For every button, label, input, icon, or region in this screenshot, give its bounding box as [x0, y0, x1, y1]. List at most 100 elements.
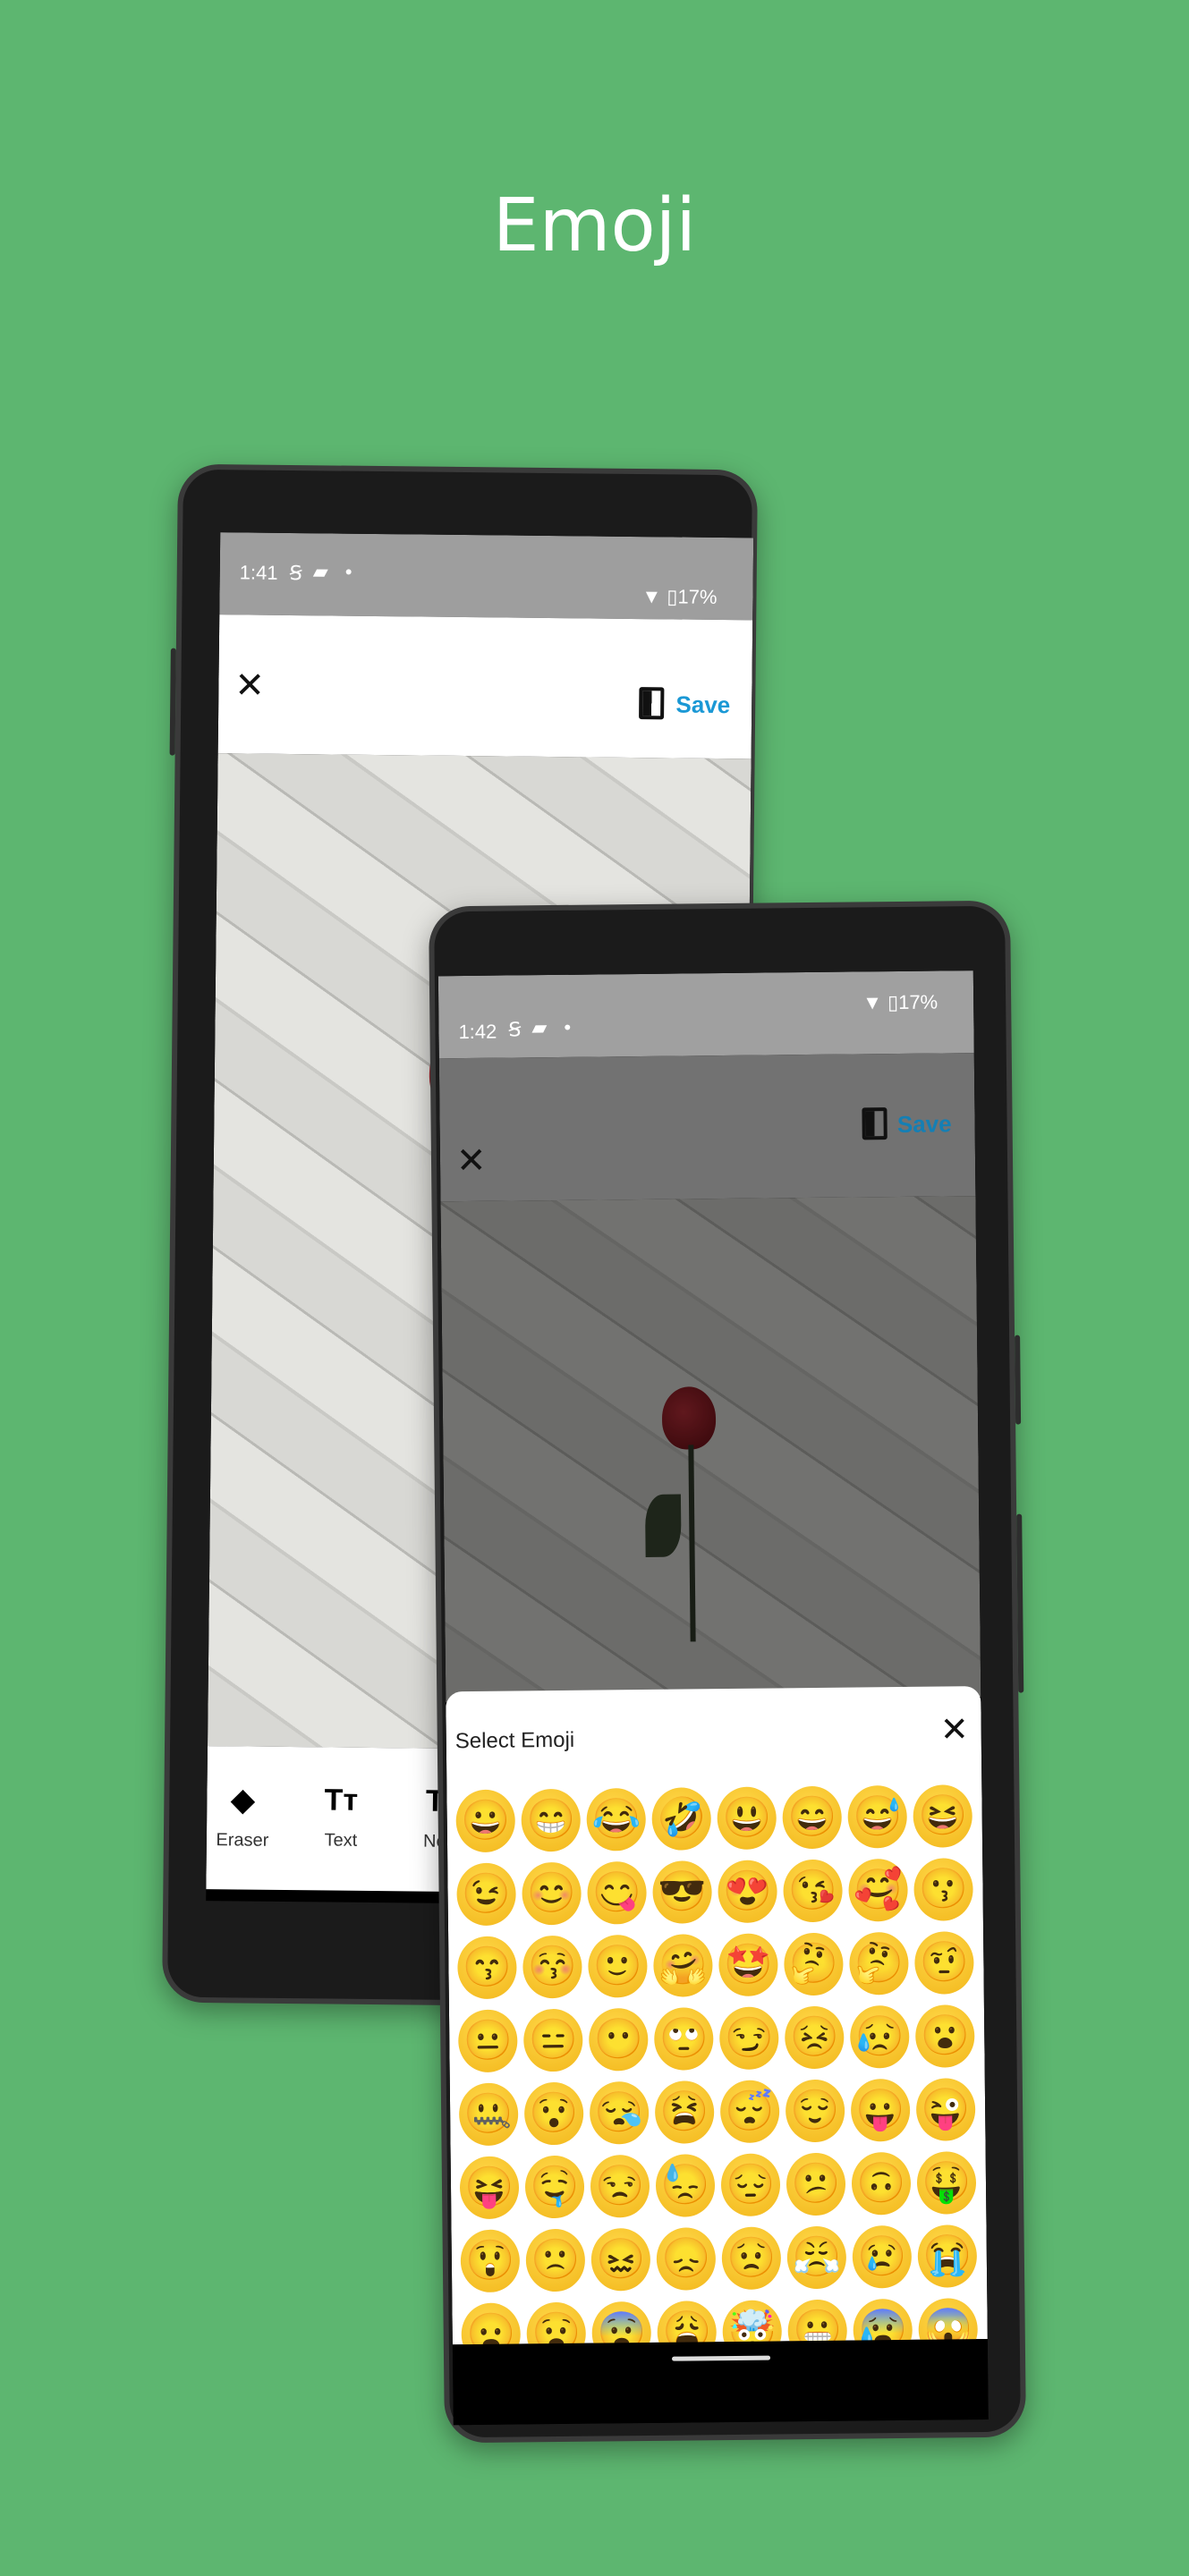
side-button	[1015, 1335, 1022, 1425]
battery-level: 17%	[897, 990, 938, 1013]
emoji-item[interactable]: 🤔	[849, 1931, 909, 1996]
emoji-item[interactable]: 😊	[522, 1861, 582, 1926]
volume-button	[1016, 1513, 1024, 1693]
emoji-item[interactable]: 😅	[847, 1784, 908, 1849]
battery-icon: ▯	[667, 585, 678, 608]
compare-icon[interactable]	[862, 1107, 888, 1140]
emoji-item[interactable]: 😚	[522, 1935, 582, 1999]
emoji-item[interactable]: 😭	[917, 2224, 978, 2288]
emoji-item[interactable]: 🤩	[718, 1933, 778, 1997]
emoji-item[interactable]: 😏	[718, 2006, 779, 2071]
emoji-item[interactable]: 😀	[455, 1789, 516, 1853]
emoji-item[interactable]: 😁	[521, 1788, 582, 1852]
emoji-item[interactable]: 😝	[459, 2156, 520, 2220]
emoji-item[interactable]: 😗	[913, 1858, 973, 1921]
emoji-item[interactable]: 🙂	[588, 1934, 648, 1998]
emoji-item[interactable]: 😃	[717, 1786, 777, 1851]
rose-leaf	[644, 1494, 682, 1557]
emoji-item[interactable]: 🙄	[653, 2007, 714, 2071]
emoji-item[interactable]: 🤑	[916, 2151, 977, 2215]
emoji-item[interactable]: 😄	[782, 1785, 843, 1850]
emoji-item[interactable]: 😐	[457, 2009, 518, 2073]
photo-canvas[interactable]	[440, 1196, 981, 1703]
emoji-item[interactable]: 🤨	[914, 1931, 974, 1995]
editor-toolbar: ✕ Save	[217, 614, 753, 759]
emoji-item[interactable]: 😤	[786, 2225, 847, 2290]
emoji-item[interactable]: 😲	[460, 2229, 521, 2293]
tool-eraser[interactable]: ◆ Eraser	[206, 1782, 283, 1852]
front-phone-screen: 1:42 Ꞩ ▰ • ▼ ▯17% ✕ Save Select Emoji ✕ …	[437, 970, 989, 2426]
status-bar: 1:42 Ꞩ ▰ • ▼ ▯17%	[437, 970, 974, 1059]
dot-icon: •	[344, 560, 352, 583]
emoji-item[interactable]: 🤐	[458, 2082, 519, 2147]
rose-stem	[688, 1445, 696, 1642]
emoji-item[interactable]: 😢	[852, 2224, 913, 2289]
close-icon[interactable]: ✕	[234, 665, 265, 706]
eraser-icon: ◆	[231, 1783, 255, 1818]
save-button[interactable]: Save	[675, 691, 730, 719]
emoji-grid: 😀 😁 😂 🤣 😃 😄 😅 😆 😉 😊 😋 😎 😍 😘 🥰 😗 😙 😚 🙂 🤗 🤩 🤔 🤔 🤨 😐 😑 😶 🙄 😏 😣 😥 😮 🤐 😯 😪 😫 😴 😌 😛 😜…	[455, 1784, 981, 2367]
emoji-item[interactable]: 😞	[656, 2227, 717, 2291]
home-indicator[interactable]	[672, 2355, 771, 2361]
tool-label: Text	[324, 1830, 358, 1851]
message-icon: ▰	[312, 560, 328, 583]
emoji-sheet-title: Select Emoji	[454, 1727, 575, 1754]
emoji-item[interactable]: 😂	[586, 1787, 647, 1852]
emoji-item[interactable]: 🤤	[524, 2155, 585, 2219]
dot-icon: •	[564, 1015, 572, 1038]
emoji-item[interactable]: 🥰	[848, 1858, 908, 1922]
emoji-item[interactable]: 🙃	[851, 2151, 912, 2216]
emoji-item[interactable]: 🤔	[784, 1932, 844, 1996]
emoji-item[interactable]: 😍	[718, 1860, 777, 1924]
battery-icon: ▯	[887, 990, 899, 1014]
status-bar: 1:41 Ꞩ ▰ • ▼ ▯17%	[219, 532, 754, 621]
emoji-item[interactable]: 🤗	[653, 1934, 713, 1997]
rose-image	[661, 1386, 717, 1450]
emoji-item[interactable]: 😑	[522, 2008, 583, 2072]
emoji-item[interactable]: 😌	[785, 2079, 845, 2143]
emoji-item[interactable]: 😪	[589, 2080, 650, 2145]
emoji-item[interactable]: 😒	[590, 2154, 650, 2218]
emoji-item[interactable]: 😣	[784, 2005, 845, 2070]
emoji-item[interactable]: 😔	[720, 2153, 781, 2217]
emoji-item[interactable]: 😥	[849, 2004, 910, 2069]
wifi-icon: ▼	[862, 991, 883, 1014]
emoji-sheet: Select Emoji ✕ 😀 😁 😂 🤣 😃 😄 😅 😆 😉 😊 😋 😎 😍 😘 🥰 😗 😙 😚 🙂 🤗 🤩 🤔 🤔 🤨 😐…	[446, 1686, 988, 2367]
emoji-item[interactable]: 😕	[786, 2152, 846, 2216]
close-icon[interactable]: ✕	[940, 1709, 969, 1750]
save-button[interactable]: Save	[897, 1110, 952, 1139]
tool-text[interactable]: Tт Text	[301, 1783, 382, 1852]
s-icon: Ꞩ	[508, 1018, 522, 1041]
emoji-item[interactable]: 😎	[652, 1860, 712, 1924]
emoji-item[interactable]: 😴	[719, 2080, 780, 2144]
emoji-item[interactable]: 😖	[590, 2227, 651, 2292]
text-icon: Tт	[324, 1783, 359, 1818]
emoji-item[interactable]: 🤣	[651, 1787, 712, 1851]
front-phone: 1:42 Ꞩ ▰ • ▼ ▯17% ✕ Save Select Emoji ✕ …	[429, 900, 1026, 2444]
emoji-item[interactable]: 😫	[654, 2080, 715, 2144]
nav-bar	[452, 2338, 989, 2426]
emoji-item[interactable]: 😓	[655, 2154, 716, 2217]
emoji-item[interactable]: 😟	[721, 2226, 782, 2291]
emoji-item[interactable]: 😜	[915, 2078, 976, 2141]
emoji-item[interactable]: 🙁	[525, 2228, 586, 2292]
emoji-item[interactable]: 😋	[587, 1860, 647, 1925]
emoji-item[interactable]: 😯	[523, 2081, 584, 2146]
compare-icon[interactable]	[639, 687, 665, 720]
emoji-item[interactable]: 😛	[850, 2078, 911, 2142]
status-time: 1:42	[458, 1020, 497, 1044]
emoji-item[interactable]: 😙	[457, 1936, 517, 2000]
emoji-item[interactable]: 😶	[588, 2007, 649, 2072]
emoji-item[interactable]: 😉	[456, 1862, 516, 1927]
message-icon: ▰	[531, 1016, 548, 1039]
close-icon[interactable]: ✕	[456, 1140, 487, 1182]
emoji-item[interactable]: 😆	[913, 1784, 973, 1848]
emoji-item[interactable]: 😘	[783, 1859, 843, 1923]
editor-toolbar: ✕ Save	[438, 1053, 976, 1202]
page-title: Emoji	[492, 183, 697, 268]
side-button	[169, 648, 176, 756]
battery-level: 17%	[677, 585, 718, 608]
wifi-icon: ▼	[641, 585, 662, 608]
status-time: 1:41	[239, 561, 278, 584]
emoji-item[interactable]: 😮	[914, 2004, 975, 2068]
